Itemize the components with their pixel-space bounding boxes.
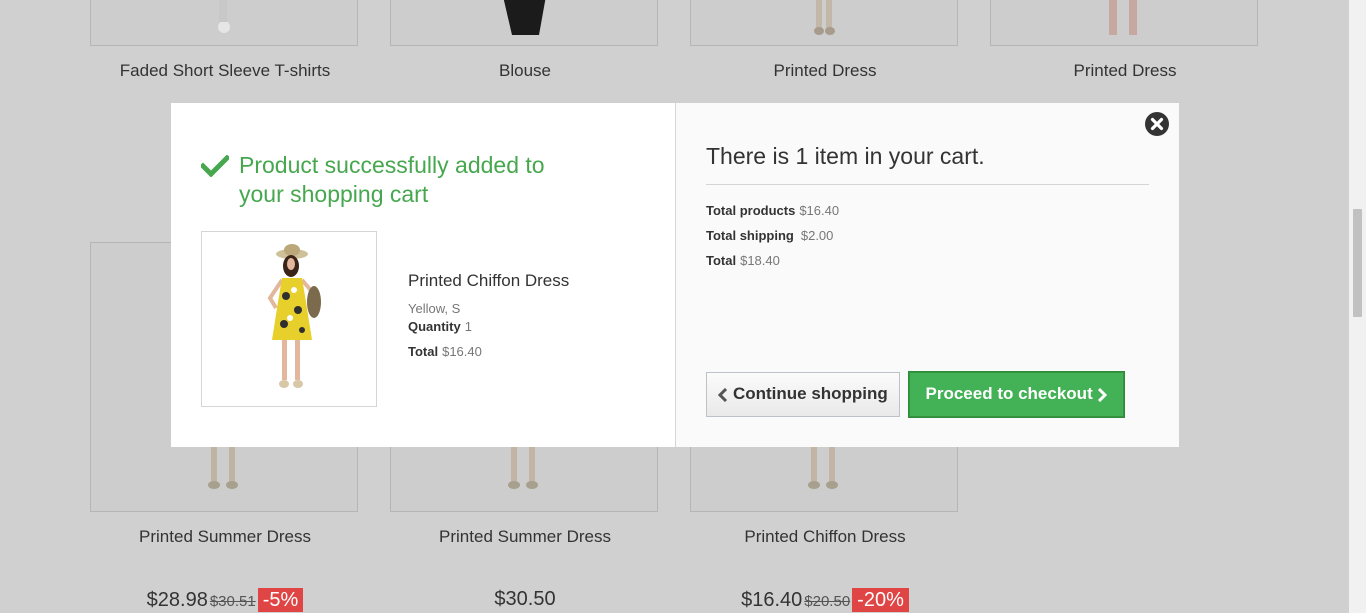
product-total-label: Total xyxy=(408,344,439,359)
total-shipping-label: Total shipping xyxy=(706,228,794,243)
proceed-to-checkout-label: Proceed to checkout xyxy=(925,384,1093,403)
total-products-label: Total products xyxy=(706,203,796,218)
total-shipping-line: Total shipping $2.00 xyxy=(706,228,833,243)
product-photo xyxy=(218,0,230,33)
close-icon xyxy=(1150,117,1164,131)
total-shipping-value: $2.00 xyxy=(800,228,834,243)
product-name[interactable]: Printed Summer Dress xyxy=(390,527,660,547)
proceed-to-checkout-button[interactable]: Proceed to checkout xyxy=(908,371,1125,418)
price-row: $30.50 xyxy=(390,588,660,611)
continue-shopping-label: Continue shopping xyxy=(732,384,888,403)
product-name[interactable]: Printed Chiffon Dress xyxy=(690,527,960,547)
product-image-card[interactable] xyxy=(90,0,358,46)
product-photo xyxy=(503,0,546,35)
product-name: Printed Chiffon Dress xyxy=(408,271,570,290)
price-row: $28.98 $30.51 -5% xyxy=(90,588,360,612)
chevron-left-icon xyxy=(718,387,728,402)
cart-total-line: Total $18.40 xyxy=(706,253,780,268)
product-photo xyxy=(814,0,835,35)
close-modal-button[interactable] xyxy=(1145,112,1169,136)
product-image-card[interactable] xyxy=(690,0,958,46)
scrollbar-thumb[interactable] xyxy=(1353,209,1362,317)
product-name[interactable]: Printed Dress xyxy=(990,61,1260,81)
product-total-value: $16.40 xyxy=(442,344,482,359)
cart-summary-title: There is 1 item in your cart. xyxy=(706,143,985,169)
quantity-label: Quantity xyxy=(408,319,461,334)
total-products-value: $16.40 xyxy=(799,203,840,218)
product-thumbnail xyxy=(201,231,377,407)
total-products-line: Total products $16.40 xyxy=(706,203,839,218)
product-price: $28.98 xyxy=(146,589,208,611)
product-total-line: Total $16.40 xyxy=(408,344,482,359)
quantity-line: Quantity 1 xyxy=(408,319,472,334)
product-name[interactable]: Printed Dress xyxy=(690,61,960,81)
product-name[interactable]: Blouse xyxy=(390,61,660,81)
success-heading: Product successfully added to your shopp… xyxy=(201,151,561,209)
old-price: $30.51 xyxy=(209,593,256,610)
page-scrollbar[interactable] xyxy=(1349,0,1366,613)
product-price: $16.40 xyxy=(741,589,803,611)
cart-total-value: $18.40 xyxy=(740,253,780,268)
cart-summary-panel: There is 1 item in your cart. Total prod… xyxy=(675,103,1179,447)
old-price: $20.50 xyxy=(804,593,851,610)
product-name[interactable]: Faded Short Sleeve T-shirts xyxy=(90,61,360,81)
product-image-card[interactable] xyxy=(990,0,1258,46)
dress-photo xyxy=(267,244,321,388)
quantity-value: 1 xyxy=(464,319,472,334)
product-attributes: Yellow, S xyxy=(408,301,461,316)
product-name[interactable]: Printed Summer Dress xyxy=(90,527,360,547)
discount-badge: -20% xyxy=(852,588,909,612)
check-icon xyxy=(201,155,229,177)
product-price: $30.50 xyxy=(494,588,556,610)
discount-badge: -5% xyxy=(257,588,304,612)
success-message: Product successfully added to your shopp… xyxy=(239,152,545,207)
cart-total-label: Total xyxy=(706,253,737,268)
divider xyxy=(706,184,1149,185)
cart-confirmation-modal: Product successfully added to your shopp… xyxy=(171,103,1179,447)
product-photo xyxy=(1109,0,1137,35)
price-row: $16.40 $20.50 -20% xyxy=(690,588,960,612)
continue-shopping-button[interactable]: Continue shopping xyxy=(706,372,900,417)
product-image-card[interactable] xyxy=(390,0,658,46)
added-product-panel: Product successfully added to your shopp… xyxy=(171,103,675,447)
chevron-right-icon xyxy=(1098,387,1108,402)
